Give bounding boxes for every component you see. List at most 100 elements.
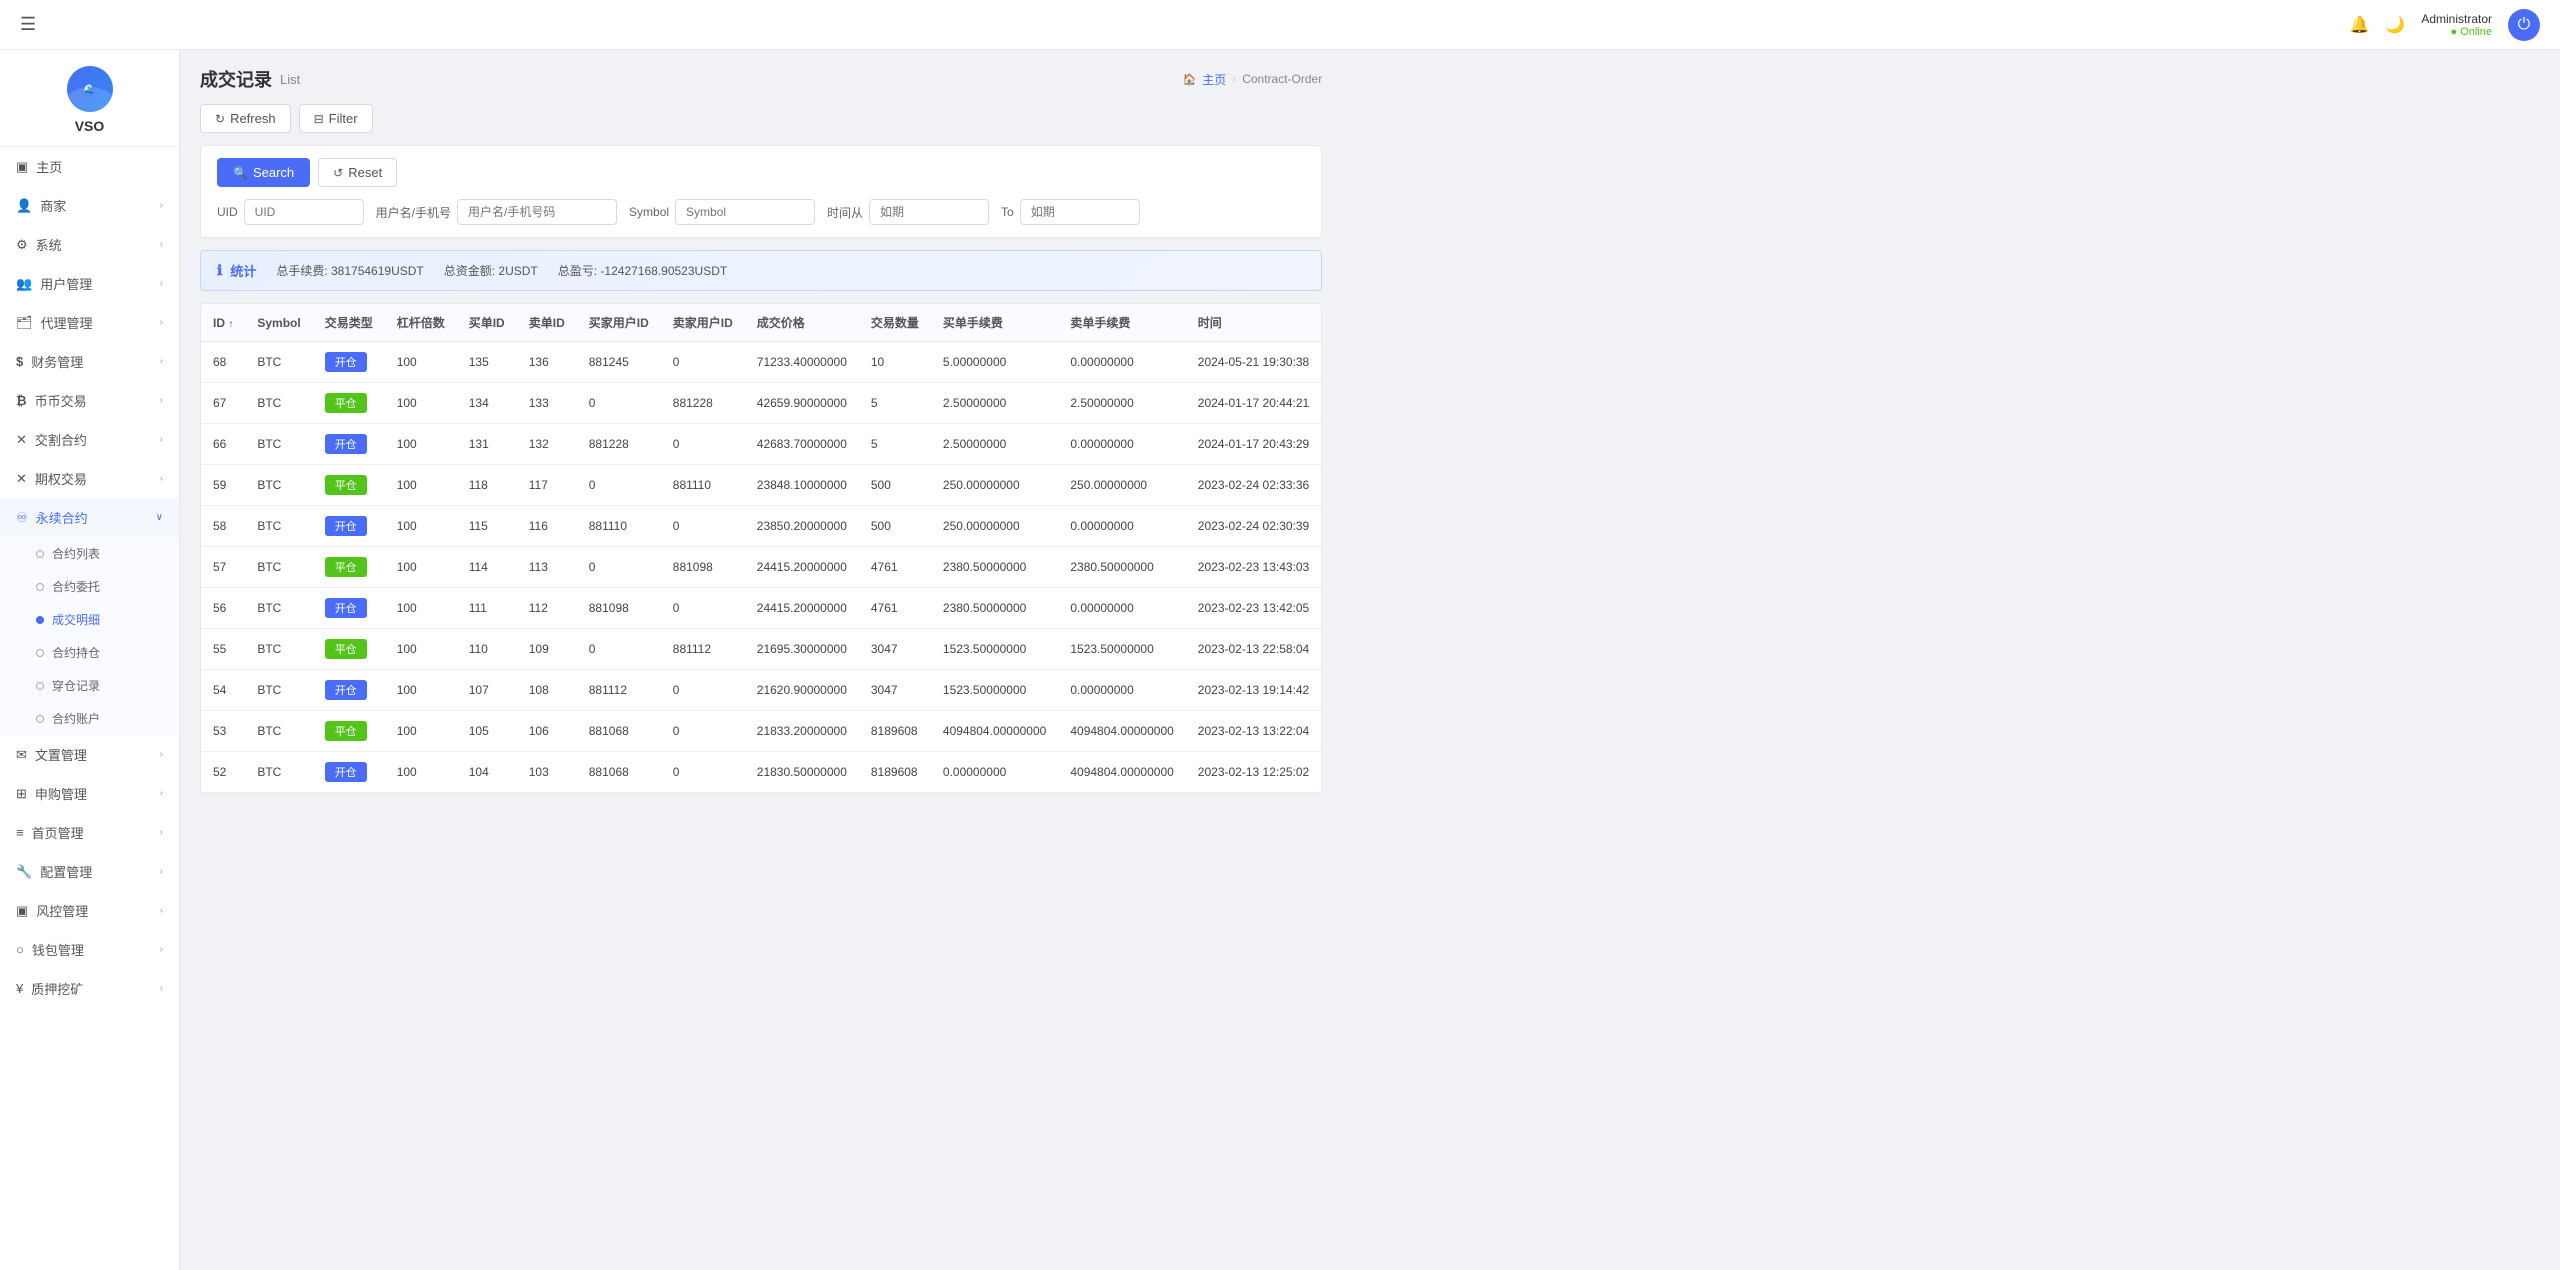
cell-type: 开仓 xyxy=(313,424,385,465)
sidebar-item-options-trade[interactable]: ✕ 期权交易 › xyxy=(0,459,179,498)
cell-buyer-uid: 881068 xyxy=(577,752,661,793)
cell-seller-uid: 0 xyxy=(661,711,745,752)
sidebar-item-cross-records[interactable]: 穿仓记录 xyxy=(0,669,179,702)
sidebar-item-contract-list[interactable]: 合约列表 xyxy=(0,537,179,570)
cell-seller-uid: 0 xyxy=(661,670,745,711)
user-field-group: 用户名/手机号 xyxy=(376,199,617,225)
sidebar-logo: 🌊 VSO xyxy=(0,50,179,147)
options-trade-icon: ✕ xyxy=(16,471,27,487)
filter-button[interactable]: ⊟ Filter xyxy=(299,104,373,133)
symbol-input[interactable] xyxy=(675,199,815,225)
sidebar-item-risk-management[interactable]: ▣ 风控管理 › xyxy=(0,891,179,930)
breadcrumb: 🏠 主页 › Contract-Order xyxy=(1182,71,1322,88)
cell-leverage: 100 xyxy=(385,506,457,547)
cell-quantity: 4761 xyxy=(859,588,931,629)
cell-buyer-uid: 881245 xyxy=(577,342,661,383)
stats-total-amount: 总资金额: 2USDT xyxy=(444,262,538,279)
contract-trade-icon: ✕ xyxy=(16,432,27,448)
cell-id: 53 xyxy=(201,711,245,752)
user-input[interactable] xyxy=(457,199,617,225)
cell-buyer-uid: 881068 xyxy=(577,711,661,752)
reset-button[interactable]: ↺ Reset xyxy=(318,158,397,187)
sub-menu-perpetual: 合约列表 合约委托 成交明细 合约持仓 穿仓记录 合约账户 xyxy=(0,537,179,735)
cell-seller-uid: 0 xyxy=(661,424,745,465)
theme-icon[interactable]: 🌙 xyxy=(2385,15,2405,35)
time-from-label: 时间从 xyxy=(827,204,863,221)
sidebar-item-contract-trade[interactable]: ✕ 交割合约 › xyxy=(0,420,179,459)
time-to-input[interactable] xyxy=(1020,199,1140,225)
sidebar-item-mining[interactable]: ¥ 质押挖矿 › xyxy=(0,969,179,1008)
cell-symbol: BTC xyxy=(245,547,312,588)
cell-time: 2023-02-24 02:30:39 xyxy=(1186,506,1321,547)
cell-sell-id: 106 xyxy=(517,711,577,752)
user-avatar[interactable]: ⏻ xyxy=(2508,9,2540,41)
cell-buyer-uid: 0 xyxy=(577,629,661,670)
hamburger-icon[interactable]: ☰ xyxy=(20,14,36,35)
symbol-label: Symbol xyxy=(629,205,669,219)
cell-buy-fee: 2.50000000 xyxy=(931,383,1058,424)
sidebar-item-contract-accounts[interactable]: 合约账户 xyxy=(0,702,179,735)
sidebar-item-contract-positions[interactable]: 合约持仓 xyxy=(0,636,179,669)
search-button[interactable]: 🔍 Search xyxy=(217,158,310,187)
sidebar-item-config-management[interactable]: 🔧 配置管理 › xyxy=(0,852,179,891)
col-sell-id: 卖单ID xyxy=(517,304,577,342)
cell-type: 平仓 xyxy=(313,547,385,588)
wallet-icon: ○ xyxy=(16,942,24,957)
arrow-icon: › xyxy=(160,866,163,877)
sidebar-item-home[interactable]: ▣ 主页 xyxy=(0,147,179,186)
home-icon: ▣ xyxy=(16,159,28,175)
cell-buy-id: 110 xyxy=(457,629,517,670)
sidebar-item-finance-management[interactable]: $ 财务管理 › xyxy=(0,342,179,381)
cell-sell-fee: 250.00000000 xyxy=(1058,465,1185,506)
table-row: 58BTC开仓100115116881110023850.20000000500… xyxy=(201,506,1321,547)
cell-leverage: 100 xyxy=(385,752,457,793)
cell-price: 21620.90000000 xyxy=(745,670,859,711)
sidebar-item-perpetual[interactable]: ♾ 永续合约 ∨ xyxy=(0,498,179,537)
cell-id: 68 xyxy=(201,342,245,383)
arrow-icon: › xyxy=(160,356,163,367)
sidebar-item-homepage-management[interactable]: ≡ 首页管理 › xyxy=(0,813,179,852)
cell-symbol: BTC xyxy=(245,670,312,711)
sidebar-item-content-management[interactable]: ✉ 文置管理 › xyxy=(0,735,179,774)
cell-sell-fee: 0.00000000 xyxy=(1058,424,1185,465)
cell-symbol: BTC xyxy=(245,383,312,424)
arrow-icon: › xyxy=(160,200,163,211)
cell-leverage: 100 xyxy=(385,711,457,752)
cell-leverage: 100 xyxy=(385,670,457,711)
cell-seller-uid: 881110 xyxy=(661,465,745,506)
search-fields: UID 用户名/手机号 Symbol 时间从 To xyxy=(217,199,1305,225)
time-from-input[interactable] xyxy=(869,199,989,225)
sidebar-item-purchase-management[interactable]: ⊞ 申购管理 › xyxy=(0,774,179,813)
cell-sell-id: 108 xyxy=(517,670,577,711)
sidebar-item-user-management[interactable]: 👥 用户管理 › xyxy=(0,264,179,303)
sidebar-item-contract-delegation[interactable]: 合约委托 xyxy=(0,570,179,603)
sidebar-item-agent-management[interactable]: 🗂 代理管理 › xyxy=(0,303,179,342)
list-tag: List xyxy=(280,72,300,87)
cell-sell-id: 136 xyxy=(517,342,577,383)
breadcrumb-home[interactable]: 主页 xyxy=(1202,71,1226,88)
arrow-icon: › xyxy=(160,278,163,289)
cell-buy-id: 111 xyxy=(457,588,517,629)
sidebar-item-trade-records[interactable]: 成交明细 xyxy=(0,603,179,636)
arrow-icon: › xyxy=(160,827,163,838)
mining-icon: ¥ xyxy=(16,981,23,996)
filter-icon: ⊟ xyxy=(314,112,324,126)
cell-price: 21830.50000000 xyxy=(745,752,859,793)
cell-leverage: 100 xyxy=(385,629,457,670)
merchant-icon: 👤 xyxy=(16,198,32,214)
uid-input[interactable] xyxy=(244,199,364,225)
arrow-icon: › xyxy=(160,434,163,445)
cell-leverage: 100 xyxy=(385,588,457,629)
breadcrumb-current: Contract-Order xyxy=(1242,72,1322,86)
notification-icon[interactable]: 🔔 xyxy=(2349,15,2369,35)
cell-sell-id: 132 xyxy=(517,424,577,465)
refresh-button[interactable]: ↻ Refresh xyxy=(200,104,291,133)
sidebar-item-wallet-management[interactable]: ○ 钱包管理 › xyxy=(0,930,179,969)
cell-id: 57 xyxy=(201,547,245,588)
cell-symbol: BTC xyxy=(245,465,312,506)
sidebar-item-system[interactable]: ⚙ 系统 › xyxy=(0,225,179,264)
table-row: 52BTC开仓100104103881068021830.50000000818… xyxy=(201,752,1321,793)
sidebar-item-coin-trade[interactable]: ₿ 币币交易 › xyxy=(0,381,179,420)
sidebar-item-merchant[interactable]: 👤 商家 › xyxy=(0,186,179,225)
cell-time: 2023-02-13 19:14:42 xyxy=(1186,670,1321,711)
